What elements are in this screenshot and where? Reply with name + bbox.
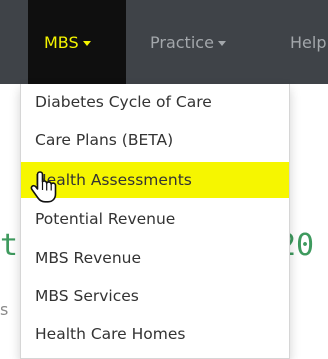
menu-item-label: Health Assessments xyxy=(35,171,192,189)
menu-item-potential-revenue[interactable]: Potential Revenue xyxy=(21,201,289,237)
menu-item-diabetes-cycle-of-care[interactable]: Diabetes Cycle of Care xyxy=(21,84,289,120)
nav-practice-label: Practice xyxy=(150,32,214,52)
caret-down-icon xyxy=(217,40,226,46)
page-text-fragment: s xyxy=(0,300,9,319)
menu-item-label: Diabetes Cycle of Care xyxy=(35,93,212,111)
menu-item-label: Potential Revenue xyxy=(35,210,176,228)
menu-item-care-plans[interactable]: Care Plans (BETA) xyxy=(21,122,289,158)
menu-item-health-assessments[interactable]: Health Assessments xyxy=(21,162,289,198)
nav-help-label: Help xyxy=(290,32,327,52)
page-heading-fragment-left: t xyxy=(0,228,19,263)
menu-item-label: MBS Revenue xyxy=(35,249,142,267)
caret-down-icon xyxy=(82,40,91,46)
nav-help-menu[interactable]: Help xyxy=(290,0,326,84)
nav-mbs-label: MBS xyxy=(44,32,79,52)
mbs-dropdown-menu: Diabetes Cycle of Care Care Plans (BETA)… xyxy=(20,84,290,359)
menu-item-label: MBS Services xyxy=(35,287,139,305)
top-navbar: MBS Practice Help xyxy=(0,0,328,84)
menu-item-mbs-revenue[interactable]: MBS Revenue xyxy=(21,240,289,276)
menu-item-label: Health Care Homes xyxy=(35,325,186,343)
menu-item-health-care-homes[interactable]: Health Care Homes xyxy=(21,316,289,352)
menu-item-mbs-services[interactable]: MBS Services xyxy=(21,278,289,314)
nav-practice-menu[interactable]: Practice xyxy=(150,0,226,84)
menu-item-label: Care Plans (BETA) xyxy=(35,131,174,149)
nav-mbs-menu[interactable]: MBS xyxy=(28,0,126,84)
